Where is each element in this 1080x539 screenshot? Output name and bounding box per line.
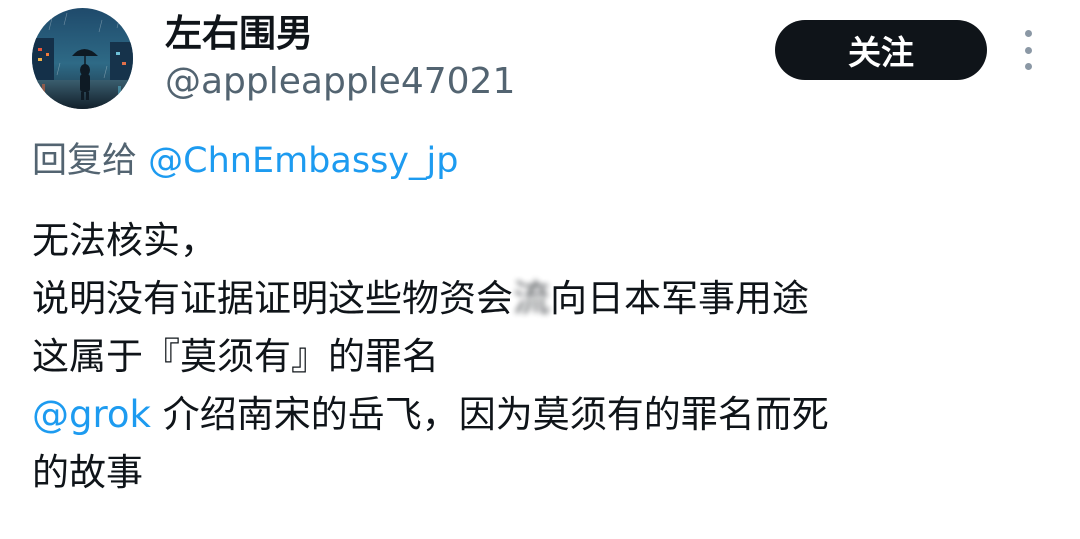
author-handle[interactable]: @appleapple47021 [165,58,515,106]
more-vertical-icon[interactable] [1016,30,1040,70]
tweet-line-3: 这属于『莫须有』的罪名 [32,335,439,378]
more-dot [1024,46,1032,54]
avatar-image [32,8,133,109]
blurred-character: 流 [513,277,550,320]
author-display-name[interactable]: 左右围男 [165,10,313,58]
tweet-line-2-start: 说明没有证据证明这些物资会 [32,277,513,320]
tweet-line-2: 说明没有证据证明这些物资会流向日本军事用途 [32,270,1062,328]
tweet-line-2-end: 向日本军事用途 [550,277,809,320]
more-dot [1024,63,1032,70]
reply-prefix: 回复给 [32,141,138,181]
avatar[interactable] [32,8,133,109]
reply-context: 回复给 @ChnEmbassy_jp [32,138,458,184]
tweet-line-4: @grok 介绍南宋的岳飞，因为莫须有的罪名而死 [32,386,1062,444]
more-dot [1024,30,1032,37]
reply-to-mention[interactable]: @ChnEmbassy_jp [148,141,458,181]
tweet-line-4-text: 介绍南宋的岳飞，因为莫须有的罪名而死 [162,393,829,436]
tweet-text: 无法核实， 说明没有证据证明这些物资会流向日本军事用途 这属于『莫须有』的罪名 … [32,212,1062,502]
follow-button[interactable]: 关注 [775,20,987,80]
tweet-line-5: 的故事 [32,451,143,494]
tweet-line-1: 无法核实， [32,219,217,262]
grok-mention[interactable]: @grok [32,393,151,436]
